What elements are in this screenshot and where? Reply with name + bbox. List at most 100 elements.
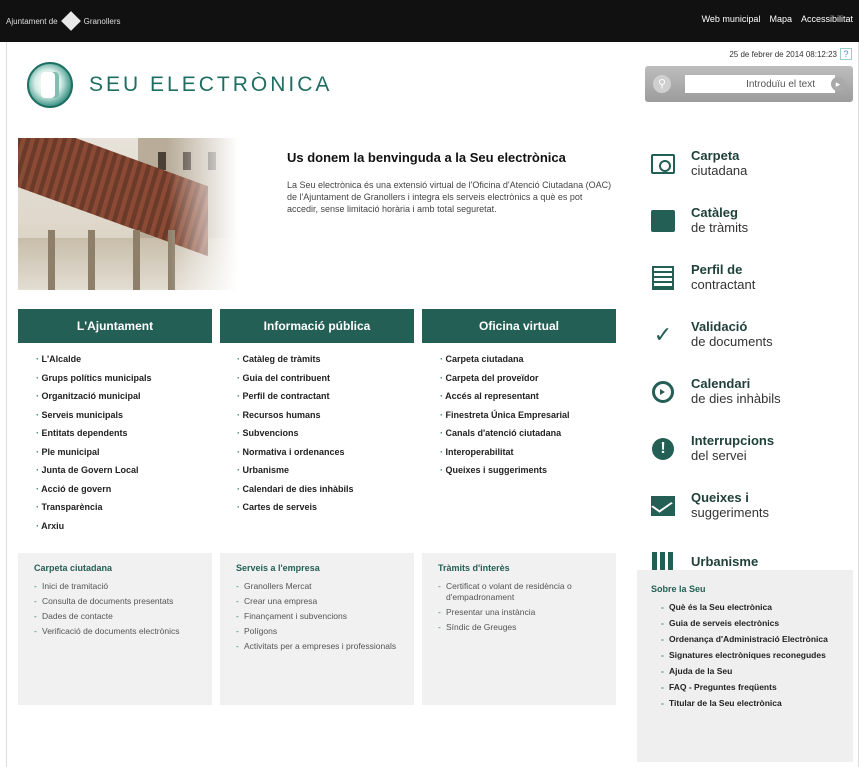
- panel-item[interactable]: Inici de tramitació: [34, 581, 196, 592]
- service-title: Calendari: [691, 376, 751, 391]
- about-item[interactable]: Ordenança d'Administració Electrònica: [651, 634, 839, 645]
- list-item[interactable]: Accés al representant: [440, 387, 570, 406]
- panel-item[interactable]: Granollers Mercat: [236, 581, 398, 592]
- panel-heading[interactable]: Carpeta ciutadana: [34, 563, 196, 573]
- list-item[interactable]: Transparència: [36, 498, 152, 517]
- search-icon: ⚲: [653, 75, 671, 93]
- list-item[interactable]: Subvencions: [237, 424, 354, 443]
- service-calendari[interactable]: Calendari de dies inhàbils: [650, 376, 781, 433]
- list-item[interactable]: Carpeta ciutadana: [440, 350, 570, 369]
- list-item[interactable]: Grups polítics municipals: [36, 369, 152, 388]
- top-links: Web municipal Mapa Accessibilitat: [702, 14, 853, 24]
- list-item[interactable]: Organització municipal: [36, 387, 152, 406]
- list-item[interactable]: Recursos humans: [237, 406, 354, 425]
- panel-tramits: Tràmits d'interès Certificat o volant de…: [422, 553, 616, 705]
- service-perfil-contractant[interactable]: Perfil de contractant: [650, 262, 781, 319]
- search-box: ⚲ ▸: [645, 66, 853, 102]
- list-item[interactable]: Arxiu: [36, 517, 152, 536]
- list-item[interactable]: Acció de govern: [36, 480, 152, 499]
- panel-item[interactable]: Consulta de documents presentats: [34, 596, 196, 607]
- service-title: Catàleg: [691, 205, 738, 220]
- service-validacio[interactable]: ✓ Validació de documents: [650, 319, 781, 376]
- list-oficina: Carpeta ciutadana Carpeta del proveïdor …: [440, 350, 570, 480]
- list-item[interactable]: Calendari de dies inhàbils: [237, 480, 354, 499]
- window-shape: [158, 152, 166, 170]
- panel-item[interactable]: Activitats per a empreses i professional…: [236, 641, 398, 652]
- checkmark-icon: ✓: [653, 322, 673, 347]
- service-title: Carpeta: [691, 148, 740, 163]
- folder-icon: [650, 208, 676, 234]
- list-item[interactable]: Junta de Govern Local: [36, 461, 152, 480]
- list-item[interactable]: Serveis municipals: [36, 406, 152, 425]
- top-bar: Ajuntament de Granollers Web municipal M…: [0, 0, 859, 42]
- service-carpeta-ciutadana[interactable]: Carpeta ciutadana: [650, 148, 781, 205]
- service-title: Queixes i: [691, 490, 749, 505]
- org-prefix: Ajuntament de: [6, 16, 58, 26]
- service-queixes[interactable]: Queixes i suggeriments: [650, 490, 781, 547]
- about-item[interactable]: Guia de serveis electrònics: [651, 618, 839, 629]
- list-item[interactable]: Interoperabilitat: [440, 443, 570, 462]
- panel-heading[interactable]: Tràmits d'interès: [438, 563, 600, 573]
- list-item[interactable]: Guia del contribuent: [237, 369, 354, 388]
- panel-item[interactable]: Dades de contacte: [34, 611, 196, 622]
- list-item[interactable]: Normativa i ordenances: [237, 443, 354, 462]
- list-item[interactable]: Entitats dependents: [36, 424, 152, 443]
- list-item[interactable]: Canals d'atenció ciutadana: [440, 424, 570, 443]
- list-item[interactable]: L'Alcalde: [36, 350, 152, 369]
- panel-item[interactable]: Certificat o volant de residència o d'em…: [438, 581, 600, 603]
- about-heading: Sobre la Seu: [651, 584, 706, 594]
- panel-heading[interactable]: Serveis a l'empresa: [236, 563, 398, 573]
- list-item[interactable]: Catàleg de tràmits: [237, 350, 354, 369]
- panel-item[interactable]: Crear una empresa: [236, 596, 398, 607]
- list-item[interactable]: Ple municipal: [36, 443, 152, 462]
- about-item[interactable]: Signatures electròniques reconegudes: [651, 650, 839, 661]
- panel-item[interactable]: Presentar una instància: [438, 607, 600, 618]
- column-shape: [48, 230, 55, 290]
- service-links: Carpeta ciutadana Catàleg de tràmits Perfi…: [650, 148, 781, 604]
- service-title: Validació: [691, 319, 748, 334]
- about-item[interactable]: FAQ - Preguntes freqüents: [651, 682, 839, 693]
- column-heading-informacio[interactable]: Informació pública: [220, 309, 414, 343]
- service-interrupcions[interactable]: ! Interrupcions del servei: [650, 433, 781, 490]
- list-item[interactable]: Carpeta del proveïdor: [440, 369, 570, 388]
- list-ajuntament: L'Alcalde Grups polítics municipals Orga…: [36, 350, 152, 536]
- panel-item[interactable]: Síndic de Greuges: [438, 622, 600, 633]
- list-item[interactable]: Perfil de contractant: [237, 387, 354, 406]
- service-title: Interrupcions: [691, 433, 775, 448]
- hero-image: [18, 138, 238, 290]
- image-fade: [168, 138, 238, 290]
- list-item[interactable]: Finestreta Única Empresarial: [440, 406, 570, 425]
- panel-item[interactable]: Finançament i subvencions: [236, 611, 398, 622]
- service-cataleg-tramits[interactable]: Catàleg de tràmits: [650, 205, 781, 262]
- search-input[interactable]: [685, 75, 835, 93]
- column-heading-oficina[interactable]: Oficina virtual: [422, 309, 616, 343]
- list-item[interactable]: Urbanisme: [237, 461, 354, 480]
- welcome-body: La Seu electrònica és una extensió virtu…: [287, 180, 612, 214]
- service-subtitle: contractant: [691, 277, 756, 292]
- panel-item[interactable]: Verificació de documents electrònics: [34, 626, 196, 637]
- search-go-icon[interactable]: ▸: [831, 77, 845, 91]
- seu-logo-icon: [27, 62, 73, 108]
- help-icon[interactable]: ?: [840, 48, 852, 60]
- panel-empresa: Serveis a l'empresa Granollers Mercat Cr…: [220, 553, 414, 705]
- panel-carpeta: Carpeta ciutadana Inici de tramitació Co…: [18, 553, 212, 705]
- column-shape: [133, 230, 140, 290]
- org-logo[interactable]: Ajuntament de Granollers: [6, 11, 121, 31]
- service-subtitle: ciutadana: [691, 163, 748, 178]
- link-web-municipal[interactable]: Web municipal: [702, 14, 761, 24]
- current-date: 25 de febrer de 2014 08:12:23: [729, 50, 837, 59]
- link-accessibilitat[interactable]: Accessibilitat: [801, 14, 853, 24]
- about-item[interactable]: Què és la Seu electrònica: [651, 602, 839, 613]
- site-logo[interactable]: SEU ELECTRÒNICA: [27, 62, 332, 108]
- column-heading-ajuntament[interactable]: L'Ajuntament: [18, 309, 212, 343]
- about-item[interactable]: Ajuda de la Seu: [651, 666, 839, 677]
- link-mapa[interactable]: Mapa: [769, 14, 792, 24]
- crest-icon: [60, 11, 81, 31]
- about-item[interactable]: Titular de la Seu electrònica: [651, 698, 839, 709]
- list-item[interactable]: Cartes de serveis: [237, 498, 354, 517]
- service-subtitle: del servei: [691, 448, 747, 463]
- list-informacio: Catàleg de tràmits Guia del contribuent …: [237, 350, 354, 517]
- list-item[interactable]: Queixes i suggeriments: [440, 461, 570, 480]
- panel-item[interactable]: Polígons: [236, 626, 398, 637]
- mail-icon: [650, 493, 676, 519]
